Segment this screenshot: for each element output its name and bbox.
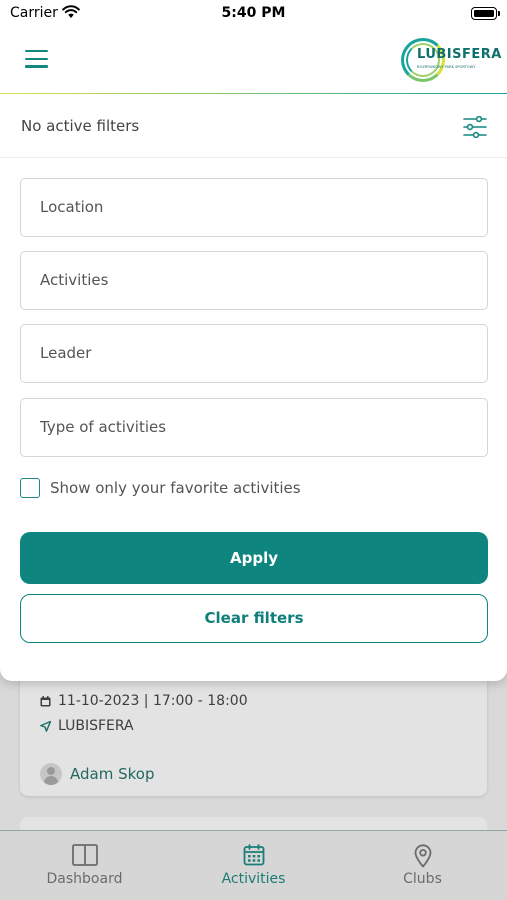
menu-icon[interactable] <box>25 50 48 68</box>
calendar-icon <box>243 844 264 866</box>
leader-field[interactable]: Leader <box>20 324 488 383</box>
location-pin-icon <box>414 844 431 868</box>
activity-datetime-row: 11-10-2023 | 17:00 - 18:00 <box>40 693 248 709</box>
battery-icon <box>471 7 500 20</box>
clock: 5:40 PM <box>221 5 286 21</box>
filter-status: No active filters <box>21 117 140 135</box>
tab-clubs-label: Clubs <box>403 871 442 887</box>
type-of-activities-field[interactable]: Type of activities <box>20 398 488 457</box>
favorites-checkbox[interactable] <box>20 478 40 498</box>
activity-datetime: 11-10-2023 | 17:00 - 18:00 <box>58 693 248 709</box>
activity-location: LUBISFERA <box>58 718 134 734</box>
logo-subtitle: ROZRYWKOWY PARK SPORTOWY <box>417 65 476 69</box>
status-bar: Carrier 5:40 PM <box>0 0 507 28</box>
filter-panel: No active filters Location Activities Le… <box>0 94 507 681</box>
app-header: LUBISFERA ROZRYWKOWY PARK SPORTOWY <box>0 28 507 94</box>
apply-button[interactable]: Apply <box>20 532 488 584</box>
location-field[interactable]: Location <box>20 178 488 237</box>
leader-link[interactable]: Adam Skop <box>40 763 154 785</box>
navigation-arrow-icon <box>40 720 51 732</box>
favorites-checkbox-row[interactable]: Show only your favorite activities <box>20 477 301 499</box>
sliders-icon[interactable] <box>463 116 487 138</box>
logo-text: LUBISFERA <box>417 47 502 62</box>
activities-field[interactable]: Activities <box>20 251 488 310</box>
filter-bar: No active filters <box>0 94 507 158</box>
activity-location-row: LUBISFERA <box>40 718 134 734</box>
clear-filters-button[interactable]: Clear filters <box>20 594 488 643</box>
avatar <box>40 763 62 785</box>
dashboard-icon <box>71 844 98 866</box>
calendar-small-icon <box>40 695 51 706</box>
tab-dashboard[interactable]: Dashboard <box>0 831 169 900</box>
tab-activities[interactable]: Activities <box>169 831 338 900</box>
tab-bar: Dashboard Activities Clubs <box>0 830 507 900</box>
leader-name: Adam Skop <box>70 765 155 783</box>
tab-clubs[interactable]: Clubs <box>338 831 507 900</box>
tab-dashboard-label: Dashboard <box>46 871 123 887</box>
tab-activities-label: Activities <box>221 871 286 887</box>
favorites-checkbox-label: Show only your favorite activities <box>50 479 301 497</box>
logo: LUBISFERA ROZRYWKOWY PARK SPORTOWY <box>401 36 501 84</box>
